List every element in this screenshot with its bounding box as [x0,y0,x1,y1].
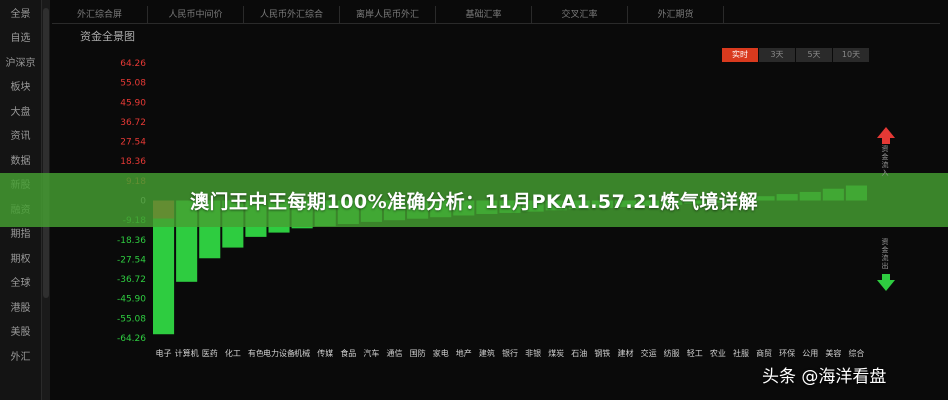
category-label: 国防 [410,348,426,358]
category-label: 钢铁 [594,348,610,358]
category-label: 家电 [433,348,449,358]
outflow-arrow-stem [882,274,890,280]
y-tick-label: -55.08 [117,314,146,324]
category-label: 建材 [617,348,633,358]
category-label: 食品 [340,348,356,358]
category-label: 石油 [571,348,587,358]
headline-banner: 澳门王中王每期100%准确分析：11月PKA1.57.21炼气境详解 [0,173,948,227]
category-label: 通信 [387,348,403,358]
category-label: 商贸 [756,348,772,358]
category-label: 汽车 [363,348,379,358]
category-label: 煤炭 [548,348,564,358]
category-label: 机械 [294,348,310,358]
category-label: 电子 [156,348,172,358]
outflow-arrow-icon [877,280,895,291]
y-tick-label: 36.72 [120,118,146,128]
y-tick-label: 27.54 [120,138,146,148]
y-tick-label: 18.36 [120,157,146,167]
inflow-arrow-icon [877,127,895,138]
y-tick-label: -45.90 [117,295,146,305]
category-label: 地产 [456,348,472,358]
y-tick-label: 64.26 [120,59,146,69]
category-label: 建筑 [479,348,495,358]
outflow-label: 资金流出 [881,238,889,270]
category-label: 纺服 [664,348,680,358]
category-label: 非银 [525,348,541,358]
category-label: 综合 [848,348,864,358]
category-label: 轻工 [687,348,703,358]
category-label: 农业 [710,348,726,358]
category-label: 公用 [802,349,818,358]
category-label: 交运 [641,348,657,358]
category-label: 美容 [825,348,841,358]
category-label: 医药 [202,348,218,358]
category-label: 有色 [248,348,264,358]
headline-text: 澳门王中王每期100%准确分析：11月PKA1.57.21炼气境详解 [189,190,759,213]
y-tick-label: 55.08 [120,79,146,89]
inflow-arrow-stem [882,138,890,144]
y-tick-label: -64.26 [117,334,146,344]
category-label: 电力设备 [263,348,295,358]
category-label: 传媒 [317,348,333,358]
inflow-label: 资金流入 [881,145,889,177]
category-label: 银行 [502,348,518,358]
watermark: 头条 @海洋看盘 [762,367,887,387]
category-label: 社服 [733,348,749,358]
category-label: 计算机 [175,348,199,358]
y-tick-label: -27.54 [117,255,146,265]
y-tick-label: 45.90 [120,98,146,108]
category-label: 化工 [225,348,241,358]
category-label: 环保 [779,348,795,358]
y-tick-label: -36.72 [117,275,146,285]
y-tick-label: -18.36 [117,236,146,246]
